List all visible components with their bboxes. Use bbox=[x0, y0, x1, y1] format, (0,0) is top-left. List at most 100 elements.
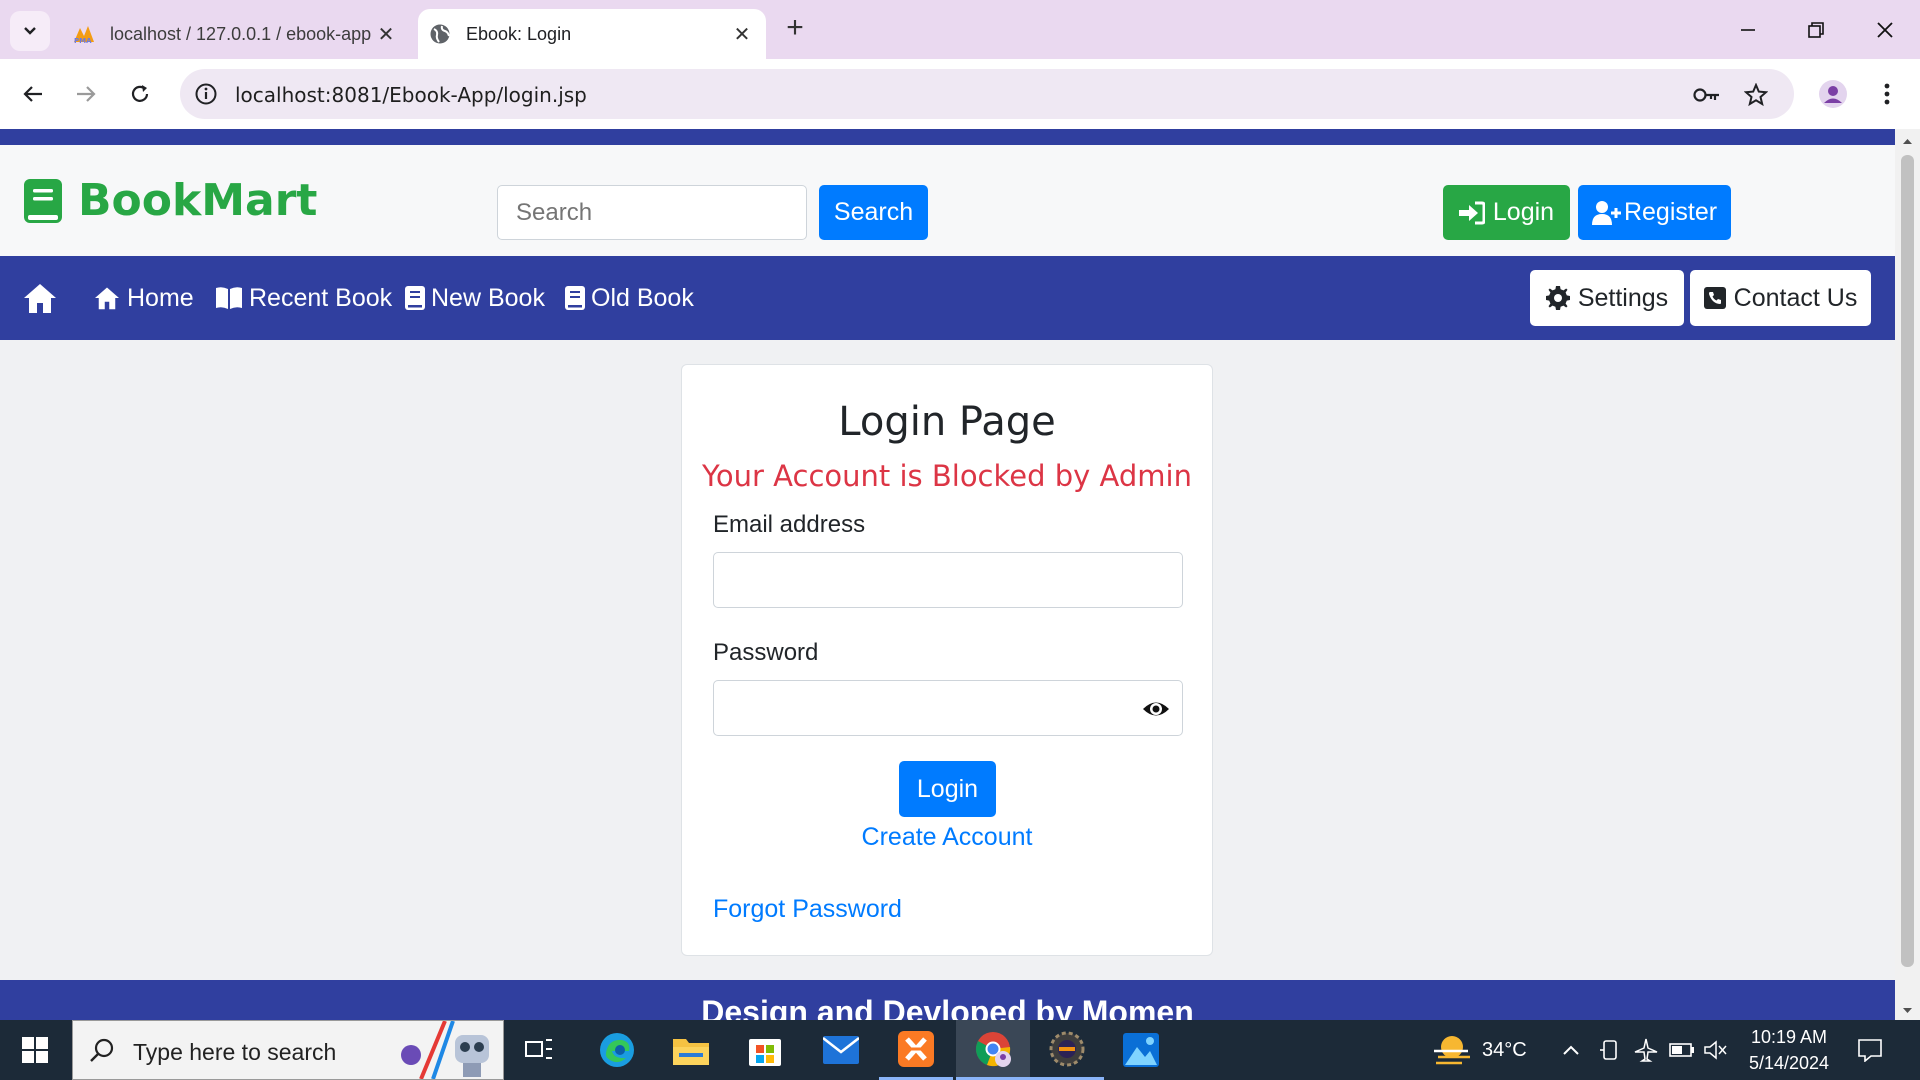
eclipse-gear-icon bbox=[1049, 1031, 1085, 1066]
contact-us-button[interactable]: Contact Us bbox=[1690, 270, 1871, 326]
notification-center-button[interactable] bbox=[1857, 1020, 1883, 1080]
site-search-input[interactable] bbox=[497, 185, 807, 240]
mail-app[interactable] bbox=[804, 1020, 878, 1080]
tab-title: localhost / 127.0.0.1 / ebook-app bbox=[110, 23, 372, 44]
minimize-button[interactable] bbox=[1728, 10, 1768, 50]
brand-logo[interactable]: BookMart bbox=[24, 175, 317, 226]
search-button[interactable]: Search bbox=[819, 185, 928, 240]
back-button[interactable] bbox=[13, 74, 53, 114]
clock-date: 5/14/2024 bbox=[1748, 1053, 1830, 1073]
main-navbar: Home Recent Book New Book Old Book Setti… bbox=[0, 256, 1895, 340]
store-icon bbox=[749, 1039, 781, 1066]
user-plus-icon bbox=[1591, 200, 1622, 225]
scroll-up-icon[interactable] bbox=[1895, 132, 1920, 152]
mail-icon bbox=[823, 1036, 859, 1064]
close-icon bbox=[1877, 22, 1893, 38]
nav-home[interactable]: Home bbox=[93, 256, 194, 340]
taskbar-clock[interactable]: 10:19 AM 5/14/2024 bbox=[1724, 1024, 1854, 1076]
folder-icon bbox=[673, 1039, 709, 1065]
browser-tab-phpmyadmin[interactable]: PMA localhost / 127.0.0.1 / ebook-app ✕ bbox=[62, 9, 410, 59]
scroll-down-icon[interactable] bbox=[1895, 1000, 1920, 1020]
weather-widget[interactable]: 34°C bbox=[1432, 1020, 1527, 1080]
settings-button[interactable]: Settings bbox=[1530, 270, 1684, 326]
nav-recent-book[interactable]: Recent Book bbox=[215, 256, 392, 340]
nav-home-icon-link[interactable] bbox=[22, 256, 58, 340]
xampp-icon bbox=[898, 1030, 934, 1067]
airplane-mode-icon bbox=[1634, 1038, 1658, 1062]
password-key-icon[interactable] bbox=[1693, 81, 1721, 109]
top-color-strip bbox=[0, 129, 1895, 145]
start-button[interactable] bbox=[0, 1020, 70, 1080]
nav-old-book[interactable]: Old Book bbox=[565, 256, 694, 340]
new-tab-button[interactable]: + bbox=[780, 13, 810, 44]
email-label: Email address bbox=[713, 511, 866, 538]
task-view-icon bbox=[525, 1039, 552, 1059]
password-label: Password bbox=[713, 639, 819, 666]
reload-button[interactable] bbox=[120, 74, 160, 114]
avatar-icon bbox=[1819, 80, 1847, 108]
tray-device-icon[interactable] bbox=[1600, 1020, 1620, 1080]
chevron-up-icon bbox=[1563, 1045, 1579, 1055]
eclipse-ide-app[interactable] bbox=[1030, 1020, 1104, 1080]
password-field[interactable] bbox=[713, 680, 1183, 736]
task-view-button[interactable] bbox=[502, 1020, 576, 1080]
book-icon bbox=[565, 286, 585, 310]
login-card: Login Page Your Account is Blocked by Ad… bbox=[681, 364, 1213, 956]
photos-app[interactable] bbox=[1104, 1020, 1178, 1080]
site-info-icon[interactable] bbox=[194, 82, 218, 106]
device-icon bbox=[1600, 1040, 1617, 1060]
edge-app[interactable] bbox=[580, 1020, 654, 1080]
address-bar[interactable]: localhost:8081/Ebook-App/login.jsp bbox=[180, 69, 1794, 119]
page-viewport: BookMart Search Login Register Home Rece… bbox=[0, 129, 1895, 1020]
show-hidden-icons-button[interactable] bbox=[1561, 1020, 1581, 1080]
header-register-button[interactable]: Register bbox=[1578, 185, 1731, 240]
nav-new-book[interactable]: New Book bbox=[405, 256, 545, 340]
page-title: Login Page bbox=[838, 399, 1056, 445]
profile-button[interactable] bbox=[1813, 74, 1853, 114]
page-scrollbar[interactable] bbox=[1895, 129, 1920, 1020]
header-login-button[interactable]: Login bbox=[1443, 185, 1570, 240]
windows-taskbar: Type here to search 34°C 10:19 AM 5/14/2… bbox=[0, 1020, 1920, 1080]
browser-tab-bar: PMA localhost / 127.0.0.1 / ebook-app ✕ … bbox=[0, 0, 1920, 59]
taskbar-search-box[interactable]: Type here to search bbox=[72, 1020, 504, 1080]
close-tab-icon[interactable]: ✕ bbox=[728, 20, 756, 48]
battery-status[interactable] bbox=[1669, 1020, 1695, 1080]
reload-icon bbox=[131, 85, 149, 102]
scrollbar-thumb[interactable] bbox=[1901, 155, 1914, 967]
tab-search-button[interactable] bbox=[10, 11, 50, 51]
url-text: localhost:8081/Ebook-App/login.jsp bbox=[235, 83, 587, 107]
photos-icon bbox=[1123, 1033, 1159, 1067]
login-submit-button[interactable]: Login bbox=[899, 761, 996, 817]
edge-icon bbox=[600, 1033, 634, 1067]
close-tab-icon[interactable]: ✕ bbox=[372, 20, 400, 48]
restore-icon bbox=[1808, 22, 1824, 38]
email-field[interactable] bbox=[713, 552, 1183, 608]
minimize-icon bbox=[1741, 29, 1755, 31]
create-account-link[interactable]: Create Account bbox=[682, 823, 1212, 852]
weather-temperature: 34°C bbox=[1482, 1038, 1527, 1061]
forgot-password-link[interactable]: Forgot Password bbox=[713, 895, 902, 924]
tray-airplane-icon[interactable] bbox=[1634, 1020, 1658, 1080]
file-explorer-app[interactable] bbox=[654, 1020, 728, 1080]
chrome-app[interactable] bbox=[956, 1020, 1030, 1080]
home-icon bbox=[93, 286, 121, 310]
gear-icon bbox=[1545, 286, 1570, 310]
sign-in-icon bbox=[1458, 201, 1485, 225]
xampp-app[interactable] bbox=[879, 1020, 953, 1080]
battery-icon bbox=[1669, 1043, 1694, 1057]
forward-button[interactable] bbox=[66, 74, 106, 114]
arrow-left-icon bbox=[23, 86, 42, 102]
home-icon bbox=[24, 284, 56, 313]
book-open-icon bbox=[215, 286, 243, 310]
brand-name: BookMart bbox=[78, 175, 318, 226]
restore-button[interactable] bbox=[1796, 10, 1836, 50]
globe-icon bbox=[428, 22, 452, 46]
bookmark-star-icon[interactable] bbox=[1742, 81, 1770, 109]
browser-tab-ebook-login[interactable]: Ebook: Login ✕ bbox=[418, 9, 766, 59]
microsoft-store-app[interactable] bbox=[728, 1020, 802, 1080]
book-icon bbox=[24, 178, 62, 223]
eye-icon[interactable] bbox=[1142, 695, 1170, 723]
svg-text:PMA: PMA bbox=[74, 37, 92, 44]
browser-menu-button[interactable] bbox=[1867, 74, 1907, 114]
close-window-button[interactable] bbox=[1865, 10, 1905, 50]
